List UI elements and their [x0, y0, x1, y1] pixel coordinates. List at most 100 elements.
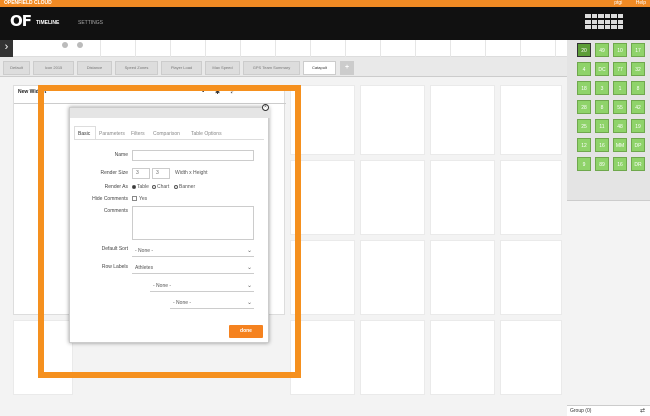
athlete-square[interactable]: 8 — [631, 81, 645, 95]
render-as-banner[interactable]: Banner — [174, 184, 195, 190]
radio-icon — [174, 184, 178, 189]
tab-distance[interactable]: Distance — [77, 61, 112, 75]
dashboard-card — [430, 320, 495, 395]
render-size-label: Render Size — [100, 170, 128, 176]
render-as-chart[interactable]: Chart — [152, 184, 169, 190]
close-icon[interactable]: × — [262, 104, 269, 111]
athlete-square[interactable]: 9 — [577, 157, 591, 171]
dialog-header — [70, 108, 270, 118]
timeline-marker[interactable] — [62, 42, 68, 48]
athlete-square[interactable]: 28 — [577, 100, 591, 114]
row-labels-select[interactable]: Athletes ⌄ — [132, 262, 254, 274]
tab-player-load[interactable]: Player Load — [161, 61, 202, 75]
timeline-divider — [310, 40, 311, 57]
tab-speed-zones[interactable]: Speed Zones — [115, 61, 158, 75]
athlete-square[interactable]: 89 — [595, 157, 609, 171]
timeline-divider — [485, 40, 486, 57]
expand-chevron-icon[interactable]: › — [0, 40, 13, 57]
dashboard-card — [500, 320, 562, 395]
athlete-square[interactable]: 19 — [631, 119, 645, 133]
hide-comments-checkbox[interactable]: Yes — [132, 196, 147, 202]
dashboard-card — [360, 320, 425, 395]
timeline-divider — [275, 40, 276, 57]
render-width-input[interactable]: 3 — [132, 168, 150, 179]
chevron-down-icon: ⌄ — [246, 265, 252, 271]
comments-textarea[interactable] — [132, 206, 254, 240]
done-button[interactable]: done — [229, 325, 263, 338]
athlete-square[interactable]: 4 — [577, 62, 591, 76]
render-height-input[interactable]: 3 — [152, 168, 170, 179]
name-input[interactable] — [132, 150, 254, 161]
default-sort-label: Default Sort — [101, 246, 128, 252]
athlete-square[interactable]: 77 — [613, 62, 627, 76]
athlete-square[interactable]: 18 — [577, 81, 591, 95]
dashboard-card — [360, 85, 425, 155]
render-as-table[interactable]: Table — [132, 184, 149, 190]
athlete-square[interactable]: 12 — [577, 138, 591, 152]
tab-default[interactable]: Default — [3, 61, 30, 75]
timeline-divider — [555, 40, 556, 57]
athlete-square[interactable]: 17 — [631, 43, 645, 57]
row-labels-sub-select-2[interactable]: - None - ⌄ — [170, 297, 254, 309]
tab-basic[interactable]: Basic — [78, 131, 90, 137]
dashboard-card — [500, 160, 562, 235]
group-panel: Group (0) ⇄ — [567, 405, 650, 416]
timeline-strip[interactable] — [0, 40, 567, 57]
dialog-tabs-divider — [74, 139, 264, 140]
dashboard-card — [430, 85, 495, 155]
radio-selected-icon — [132, 184, 136, 189]
tab-gps-team-summary[interactable]: GPS Team Summary — [243, 61, 300, 75]
top-bar: OPENFIELD CLOUD ptgi Help — [0, 0, 650, 7]
logo[interactable]: OF — [10, 12, 32, 30]
athlete-square[interactable]: 1 — [613, 81, 627, 95]
athlete-square[interactable]: DP — [631, 138, 645, 152]
athlete-square[interactable]: 48 — [613, 119, 627, 133]
athlete-square[interactable]: 11 — [595, 119, 609, 133]
user-link[interactable]: ptgi — [614, 0, 622, 6]
radio-icon — [152, 184, 156, 189]
athlete-square[interactable]: 3 — [595, 81, 609, 95]
athlete-square[interactable]: 8 — [595, 100, 609, 114]
timeline-divider — [450, 40, 451, 57]
dashboard-card — [430, 240, 495, 315]
timeline-divider — [415, 40, 416, 57]
default-sort-select[interactable]: - None - ⌄ — [132, 245, 254, 257]
tab-filters[interactable]: Filters — [131, 131, 145, 137]
timeline-divider — [170, 40, 171, 57]
athlete-square[interactable]: 10 — [613, 43, 627, 57]
timeline-divider — [345, 40, 346, 57]
catapult-logo-icon — [585, 14, 623, 30]
athlete-square[interactable]: 16 — [595, 138, 609, 152]
tab-parameters[interactable]: Parameters — [99, 131, 125, 137]
swap-icon[interactable]: ⇄ — [640, 407, 645, 414]
tab-icon-2015[interactable]: Icon 2015 — [33, 61, 74, 75]
tab-catapult[interactable]: Catapult — [303, 61, 336, 75]
dashboard-card — [500, 85, 562, 155]
timeline-divider — [520, 40, 521, 57]
tab-max-speed[interactable]: Max Speed — [205, 61, 240, 75]
tab-comparison[interactable]: Comparison — [153, 131, 180, 137]
athlete-square[interactable]: 32 — [631, 62, 645, 76]
nav-timeline[interactable]: TIMELINE — [36, 20, 59, 26]
athlete-square[interactable]: 25 — [577, 119, 591, 133]
timeline-marker[interactable] — [77, 42, 83, 48]
athlete-square[interactable]: 49 — [595, 43, 609, 57]
athlete-square[interactable]: DC — [595, 62, 609, 76]
group-label: Group (0) — [570, 408, 592, 414]
brand-label: OPENFIELD CLOUD — [4, 0, 52, 6]
row-labels-sub-select[interactable]: - None - ⌄ — [150, 280, 254, 292]
athlete-square[interactable]: 55 — [613, 100, 627, 114]
athlete-square[interactable]: 20 — [577, 43, 591, 57]
nav-settings[interactable]: SETTINGS — [78, 20, 103, 26]
athlete-square[interactable]: DR — [631, 157, 645, 171]
chevron-down-icon: ⌄ — [246, 283, 252, 289]
dashboard-card — [360, 160, 425, 235]
tab-table-options[interactable]: Table Options — [191, 131, 222, 137]
add-tab-button[interactable]: + — [340, 61, 354, 75]
hide-comments-label: Hide Comments — [92, 196, 128, 202]
dashboard-card — [360, 240, 425, 315]
athlete-square[interactable]: 42 — [631, 100, 645, 114]
athlete-square[interactable]: 16 — [613, 157, 627, 171]
help-link[interactable]: Help — [636, 0, 646, 6]
athlete-square[interactable]: MM — [613, 138, 627, 152]
